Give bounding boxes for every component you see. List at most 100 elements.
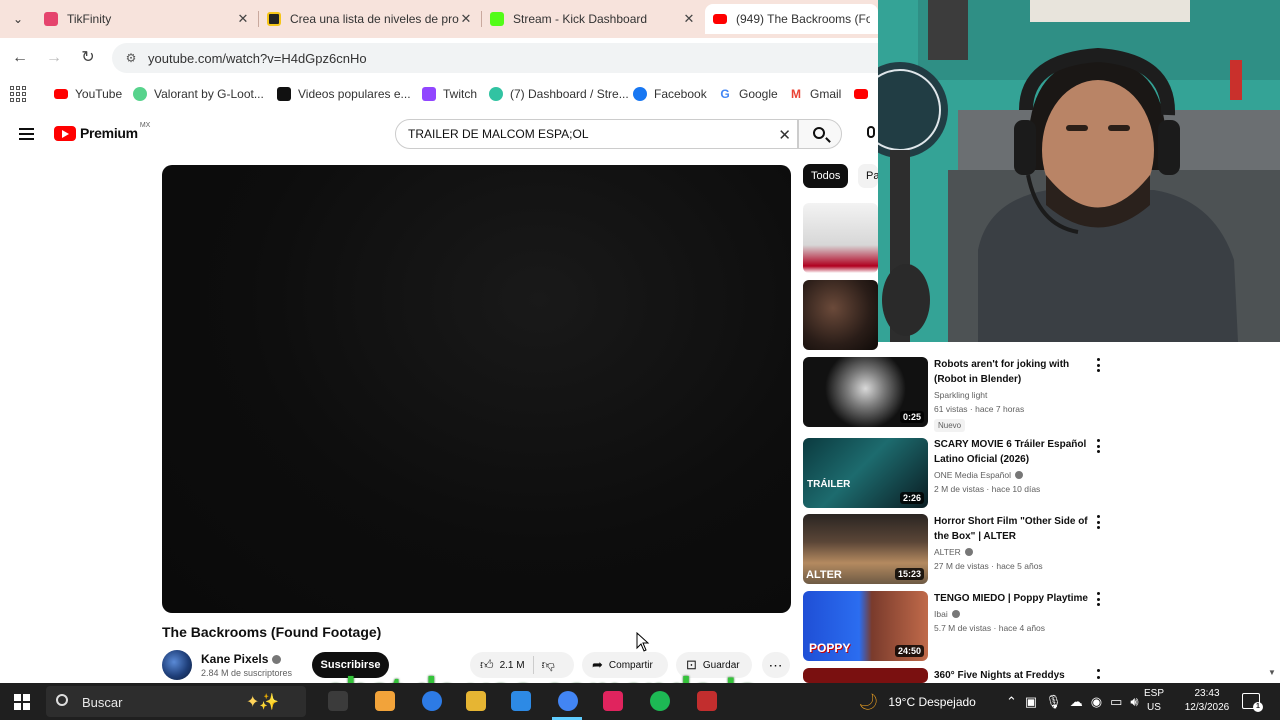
tikfinity-favicon-icon [44, 12, 58, 26]
input-language-indicator[interactable]: ESP US [1140, 687, 1168, 715]
share-label: Compartir [608, 659, 653, 671]
tab-youtube-backrooms[interactable]: (949) The Backrooms (Foun [705, 4, 878, 34]
recommendation-thumbnail[interactable]: ALTER 15:23 [803, 514, 928, 584]
recommendation-title[interactable]: SCARY MOVIE 6 Tráiler Español Latino Ofi… [934, 437, 1094, 467]
store-app-icon[interactable] [511, 691, 531, 711]
network-icon[interactable]: ▭ [1110, 694, 1130, 710]
taskbar-search[interactable]: Buscar ✦✨ [46, 686, 306, 717]
recommendation-thumbnail[interactable] [803, 668, 928, 683]
more-options-icon[interactable] [1095, 439, 1101, 453]
verified-check-icon [951, 610, 960, 618]
tab-crea-lista[interactable]: Crea una lista de niveles de pro ✕ [259, 4, 481, 34]
reload-icon[interactable]: ↻ [78, 48, 98, 68]
task-view-icon[interactable] [328, 691, 348, 711]
system-tray-icons[interactable]: ⌃ ▣ 🎙︎ ☁ ◉ ▭ 🔊︎ [1006, 683, 1147, 720]
browser-toolbar: ← → ↻ ⚙ youtube.com/watch?v=H4dGpz6cnHo [0, 38, 878, 78]
recommendation-title[interactable]: TENGO MIEDO | Poppy Playtime [934, 591, 1094, 606]
recommendation-meta: 27 M de vistas · hace 5 años [934, 561, 1043, 571]
recommendation-title[interactable]: Horror Short Film "Other Side of the Box… [934, 514, 1094, 544]
tab-title: Stream - Kick Dashboard [513, 12, 648, 26]
search-box[interactable]: ✕ [395, 119, 798, 149]
tab-tikfinity[interactable]: TikFinity ✕ [36, 4, 258, 34]
tab-kick-dashboard[interactable]: Stream - Kick Dashboard ✕ [482, 4, 704, 34]
recommendation-title[interactable]: Robots aren't for joking with (Robot in … [934, 357, 1094, 387]
youtube-premium-logo[interactable]: Premium MX [54, 122, 150, 141]
meet-now-icon[interactable]: ▣ [1025, 694, 1045, 710]
more-actions-icon[interactable]: ⋯ [762, 652, 790, 678]
forward-arrow-icon[interactable]: → [44, 48, 64, 68]
more-options-icon[interactable] [1095, 515, 1101, 529]
close-tab-icon[interactable]: ✕ [459, 11, 473, 27]
show-hidden-icons-chevron-icon[interactable]: ⌃ [1006, 694, 1025, 710]
onedrive-cloud-icon[interactable]: ☁ [1070, 694, 1091, 710]
chip-todos[interactable]: Todos [803, 164, 849, 188]
more-options-icon[interactable] [1095, 592, 1101, 606]
obs-recording-icon[interactable] [697, 691, 717, 711]
tiktok-live-app-icon[interactable] [603, 691, 623, 711]
address-url[interactable]: youtube.com/watch?v=H4dGpz6cnHo [148, 51, 367, 66]
address-bar[interactable]: ⚙ youtube.com/watch?v=H4dGpz6cnHo [112, 43, 878, 73]
like-count[interactable]: 2.1 M [500, 660, 525, 671]
chrome-browser-icon[interactable] [558, 691, 578, 711]
recommendation-info[interactable]: SCARY MOVIE 6 Tráiler Español Latino Ofi… [934, 437, 1094, 494]
recommendation-thumbnail[interactable]: TRÁILER 2:26 [803, 438, 928, 508]
recommendation-thumbnail[interactable]: POPPY 24:50 [803, 591, 928, 661]
thumbnail-caption: TRÁILER [807, 479, 851, 490]
menu-hamburger-icon[interactable] [19, 128, 34, 140]
microphone-tray-icon[interactable]: 🎙︎ [1045, 694, 1070, 710]
recommendation-info[interactable]: 360° Five Nights at Freddys [934, 668, 1094, 683]
bookmark-facebook[interactable]: Facebook [633, 85, 707, 103]
channel-name[interactable]: Kane Pixels [201, 652, 282, 666]
spotify-icon[interactable] [650, 691, 670, 711]
recommendation-thumbnail-partial[interactable] [803, 203, 878, 273]
scroll-down-arrow-icon[interactable]: ▼ [1268, 668, 1276, 677]
search-button[interactable] [798, 119, 842, 149]
search-input[interactable] [408, 127, 768, 141]
bookmark-valorant[interactable]: Valorant by G-Loot... [133, 85, 264, 103]
more-options-icon[interactable] [1095, 358, 1101, 372]
edge-browser-icon[interactable] [422, 691, 442, 711]
youtube-header: Premium MX ✕ [0, 112, 878, 158]
bookmark-tiktok[interactable]: Videos populares e... [277, 85, 411, 103]
recommendation-info[interactable]: TENGO MIEDO | Poppy Playtime Ibai 5.7 M … [934, 591, 1094, 633]
windows-start-icon[interactable] [14, 694, 30, 710]
search-icon [56, 694, 68, 706]
weather-widget[interactable]: 🌙︎ 19°C Despejado [858, 683, 976, 720]
recommendation-channel[interactable]: Sparkling light [934, 390, 987, 400]
clock[interactable]: 23:43 12/3/2026 [1178, 687, 1236, 715]
recommendation-channel[interactable]: ONE Media Español [934, 470, 1011, 480]
bookmark-youtube-2[interactable] [854, 85, 875, 103]
channel-avatar[interactable] [162, 650, 192, 680]
verified-check-icon [1015, 471, 1024, 479]
recommendation-title[interactable]: 360° Five Nights at Freddys [934, 668, 1094, 683]
location-icon[interactable]: ◉ [1091, 694, 1110, 710]
bookmark-google[interactable]: G Google [718, 85, 777, 103]
bookmark-streamlabs[interactable]: (7) Dashboard / Stre... [489, 85, 629, 103]
site-info-icon[interactable]: ⚙ [116, 51, 146, 65]
recommendation-thumbnail-partial[interactable] [803, 280, 878, 350]
close-tab-icon[interactable]: ✕ [682, 11, 696, 27]
tab-search-chevron-icon[interactable]: ⌄ [8, 9, 28, 29]
microphone-icon[interactable] [862, 124, 878, 146]
close-tab-icon[interactable]: ✕ [236, 11, 250, 27]
more-options-icon[interactable] [1095, 669, 1101, 679]
bookmark-gmail[interactable]: M Gmail [789, 85, 841, 103]
back-arrow-icon[interactable]: ← [10, 48, 30, 68]
video-player[interactable] [162, 165, 791, 613]
notifications-icon[interactable]: 1 [1242, 693, 1263, 712]
video-duration: 15:23 [894, 568, 924, 580]
chip-partial[interactable]: Pa [858, 164, 878, 188]
file-explorer-icon[interactable] [375, 691, 395, 711]
tiktok-icon [277, 87, 291, 101]
bookmark-youtube[interactable]: YouTube [54, 85, 122, 103]
apps-grid-icon[interactable] [10, 86, 26, 102]
recommendation-info[interactable]: Robots aren't for joking with (Robot in … [934, 357, 1094, 433]
folder-app-icon[interactable] [466, 691, 486, 711]
clear-search-icon[interactable]: ✕ [778, 126, 791, 144]
recommendation-info[interactable]: Horror Short Film "Other Side of the Box… [934, 514, 1094, 571]
channel-name-text[interactable]: Kane Pixels [201, 652, 268, 666]
bookmark-twitch[interactable]: Twitch [422, 85, 477, 103]
recommendation-thumbnail[interactable]: 0:25 [803, 357, 928, 427]
recommendation-channel[interactable]: ALTER [934, 547, 961, 557]
recommendation-channel[interactable]: Ibai [934, 609, 948, 619]
